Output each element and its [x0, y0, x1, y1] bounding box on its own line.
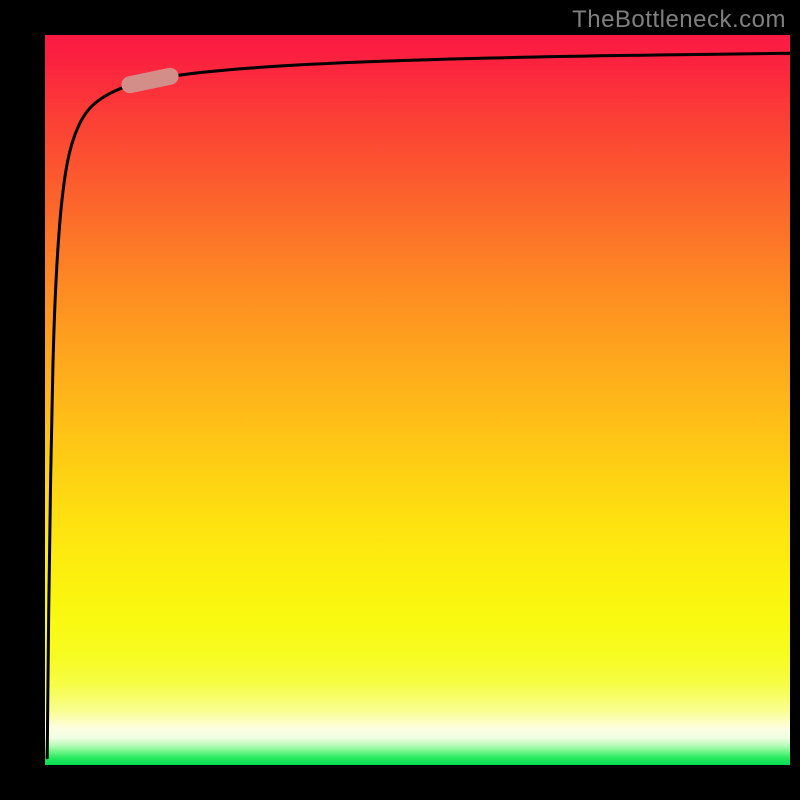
chart-frame: TheBottleneck.com — [0, 0, 800, 800]
watermark-text: TheBottleneck.com — [572, 6, 786, 34]
curve-layer — [45, 35, 790, 765]
bottleneck-curve — [47, 53, 790, 757]
plot-area — [45, 35, 790, 765]
